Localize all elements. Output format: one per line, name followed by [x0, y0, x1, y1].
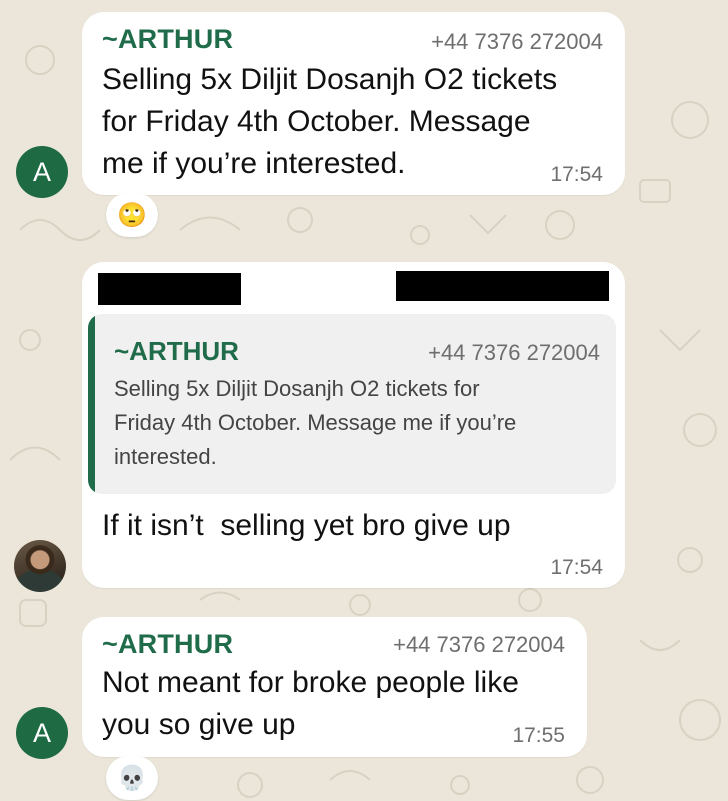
message-bubble[interactable]: ~ARTHUR +44 7376 272004 Selling 5x Dilji… — [82, 12, 625, 195]
avatar-initial: A — [32, 156, 51, 187]
message-text-line: you so give up — [102, 708, 296, 741]
sender-phone[interactable]: +44 7376 272004 — [393, 632, 565, 658]
message-bubble[interactable]: ~ARTHUR +44 7376 272004 Selling 5x Dilji… — [82, 262, 625, 588]
message-time: 17:55 — [512, 724, 565, 747]
message-time: 17:54 — [550, 556, 603, 579]
message-avatar[interactable]: A — [16, 707, 68, 759]
message-text-line: Selling 5x Diljit Dosanjh O2 tickets — [102, 63, 558, 96]
quoted-text: Selling 5x Diljit Dosanjh O2 tickets for… — [114, 372, 516, 474]
reaction-eye-roll-emoji[interactable]: 🙄 — [106, 193, 158, 237]
quoted-text-line: interested. — [114, 444, 217, 469]
redacted-phone — [396, 271, 609, 301]
reaction-skull-emoji[interactable]: 💀 — [106, 756, 158, 800]
avatar-initial: A — [32, 717, 51, 748]
message-text: Not meant for broke people like you so g… — [102, 662, 519, 746]
message-bubble[interactable]: ~ARTHUR +44 7376 272004 Not meant for br… — [82, 617, 587, 757]
message-text-line: me if you’re interested. — [102, 147, 406, 180]
sender-name[interactable]: ~ARTHUR — [102, 629, 233, 660]
message-avatar-photo[interactable] — [14, 540, 66, 592]
message-text-line: Not meant for broke people like — [102, 666, 519, 699]
message-text: Selling 5x Diljit Dosanjh O2 tickets for… — [102, 59, 557, 185]
quoted-text-line: Selling 5x Diljit Dosanjh O2 tickets for — [114, 376, 480, 401]
message-text-line: for Friday 4th October. Message — [102, 105, 531, 138]
redacted-name — [98, 273, 241, 305]
quoted-message[interactable]: ~ARTHUR +44 7376 272004 Selling 5x Dilji… — [88, 314, 616, 494]
quote-accent-bar — [88, 314, 95, 494]
message-avatar[interactable]: A — [16, 146, 68, 198]
quoted-sender-phone: +44 7376 272004 — [428, 340, 600, 365]
message-time: 17:54 — [550, 163, 603, 186]
quoted-text-line: Friday 4th October. Message me if you’re — [114, 410, 517, 435]
quoted-sender-name: ~ARTHUR — [114, 336, 239, 366]
message-text: If it isn’t selling yet bro give up — [102, 509, 511, 542]
sender-phone[interactable]: +44 7376 272004 — [431, 29, 603, 55]
sender-name[interactable]: ~ARTHUR — [102, 24, 233, 55]
